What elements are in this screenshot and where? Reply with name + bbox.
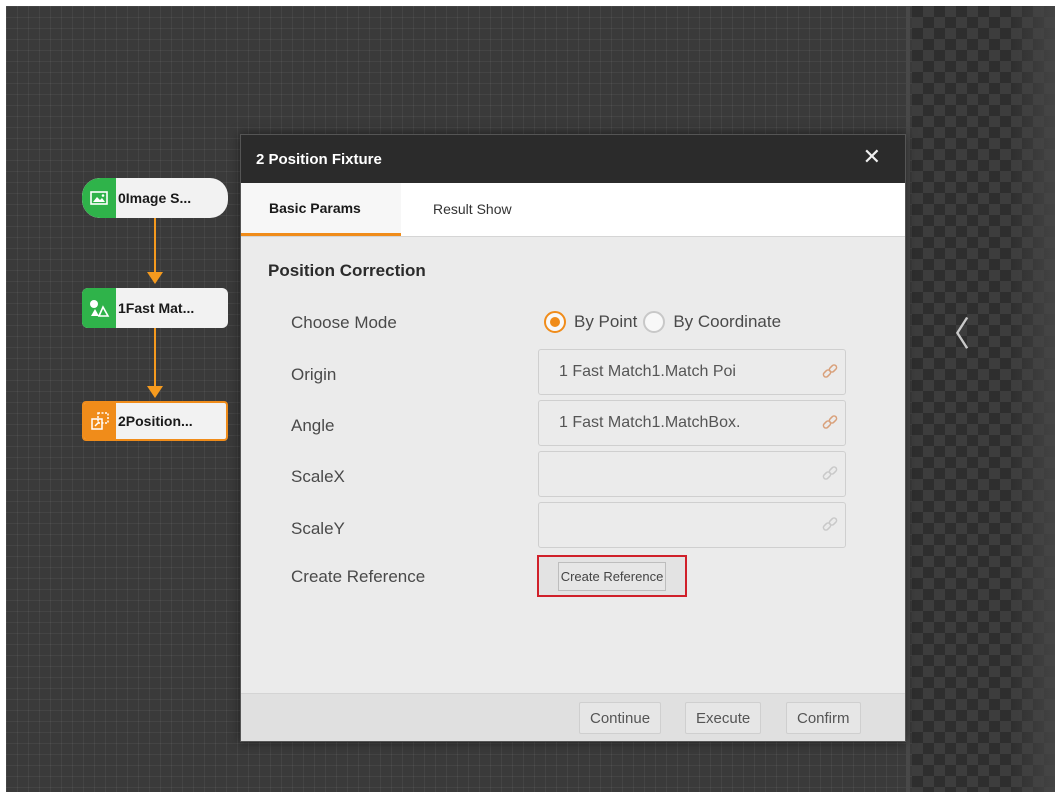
image-icon [82, 178, 116, 218]
position-fixture-dialog: 2 Position Fixture ✕ Basic Params Result… [240, 134, 906, 742]
collapse-panel-icon[interactable]: 〈 [936, 318, 970, 352]
link-icon[interactable] [815, 363, 845, 381]
link-icon[interactable] [815, 414, 845, 432]
flow-node-image-source[interactable]: 0Image S... [82, 178, 228, 218]
radio-by-coordinate-label[interactable]: By Coordinate [673, 312, 781, 332]
origin-field[interactable]: 1 Fast Match1.Match Poi [538, 349, 846, 395]
close-icon[interactable]: ✕ [863, 146, 881, 170]
create-reference-label: Create Reference [291, 567, 426, 586]
radio-by-coordinate[interactable] [643, 311, 666, 333]
angle-field[interactable]: 1 Fast Match1.MatchBox. [538, 400, 846, 446]
dialog-title: 2 Position Fixture [256, 150, 382, 168]
flow-node-label: 1Fast Mat... [118, 300, 195, 316]
section-title: Position Correction [268, 261, 426, 280]
shape-match-icon [82, 288, 116, 328]
link-icon[interactable] [815, 465, 845, 483]
confirm-button[interactable]: Confirm [786, 702, 861, 734]
create-reference-button-label: Create Reference [557, 561, 667, 591]
dialog-title-bar[interactable]: 2 Position Fixture ✕ [241, 135, 905, 183]
flow-connector [154, 218, 156, 274]
position-fixture-icon [84, 403, 116, 439]
scaley-label: ScaleY [291, 519, 345, 538]
dialog-footer: Continue Execute Confirm [241, 693, 905, 741]
scalex-label: ScaleX [291, 467, 345, 486]
choose-mode-label: Choose Mode [291, 313, 397, 332]
angle-value: 1 Fast Match1.MatchBox. [559, 414, 741, 431]
scalex-field[interactable] [538, 451, 846, 497]
flow-node-position-fixture[interactable]: 2Position... [82, 401, 228, 441]
canvas-splitter[interactable] [906, 6, 910, 792]
execute-button[interactable]: Execute [685, 702, 762, 734]
tab-basic-params[interactable]: Basic Params [241, 182, 401, 236]
dialog-tabs: Basic Params Result Show [241, 182, 905, 237]
tab-result-show[interactable]: Result Show [401, 182, 534, 236]
origin-label: Origin [291, 365, 337, 384]
flow-node-fast-match[interactable]: 1Fast Mat... [82, 288, 228, 328]
choose-mode-radio-group: By Point By Coordinate [544, 311, 787, 333]
flow-node-label: 0Image S... [118, 190, 192, 206]
flow-arrow-icon [147, 386, 163, 398]
flow-connector [154, 328, 156, 387]
link-icon[interactable] [815, 516, 845, 534]
create-reference-button[interactable]: Create Reference [537, 555, 687, 597]
continue-button[interactable]: Continue [579, 702, 662, 734]
radio-by-point[interactable] [544, 311, 566, 333]
angle-label: Angle [291, 416, 335, 435]
scaley-field[interactable] [538, 502, 846, 548]
radio-by-point-label[interactable]: By Point [574, 312, 637, 332]
image-panel-shade [1010, 6, 1055, 792]
flow-arrow-icon [147, 272, 163, 284]
flow-node-label: 2Position... [118, 413, 193, 429]
origin-value: 1 Fast Match1.Match Poi [559, 363, 736, 380]
